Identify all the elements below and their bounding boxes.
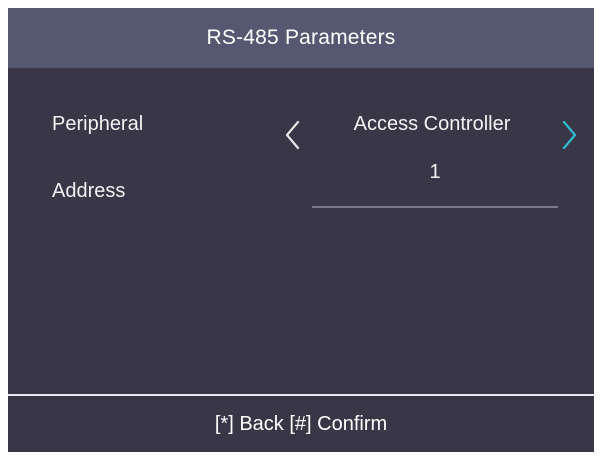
key-hint: [*] Back [#] Confirm: [214, 412, 388, 435]
peripheral-label: Peripheral: [52, 113, 144, 135]
address-label: Address: [52, 180, 126, 202]
page-title: RS-485 Parameters: [206, 26, 396, 49]
footer-bar: [*] Back [#] Confirm: [8, 396, 594, 452]
screen: RS-485 Parameters Peripheral Access Cont…: [8, 8, 594, 452]
title-bar: RS-485 Parameters: [8, 8, 594, 68]
address-field[interactable]: 1: [312, 161, 558, 184]
peripheral-selector-value[interactable]: Access Controller: [314, 113, 550, 136]
chevron-right-icon[interactable]: [558, 118, 580, 152]
chevron-left-icon[interactable]: [282, 118, 304, 152]
address-field-underline: [312, 206, 558, 208]
